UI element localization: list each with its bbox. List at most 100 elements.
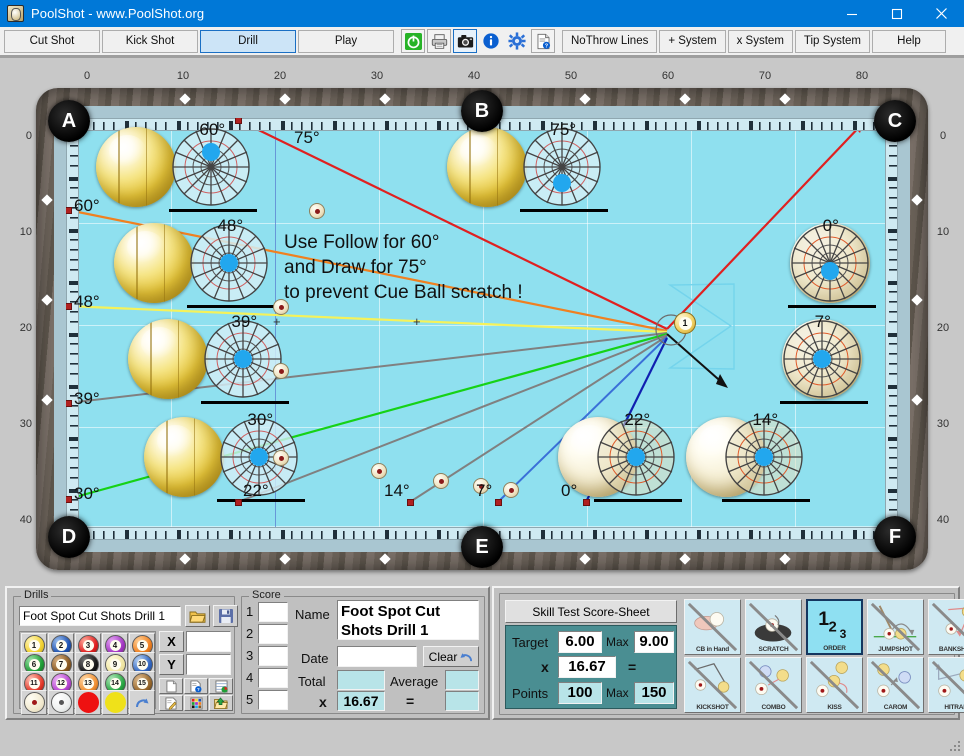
tab-kick-shot[interactable]: Kick Shot [102, 29, 198, 53]
average-value[interactable] [445, 670, 479, 690]
power-icon[interactable] [401, 29, 425, 53]
object-ball[interactable] [96, 127, 176, 207]
spin-wheel-48[interactable]: 48° [187, 216, 275, 308]
kiss-button[interactable]: KISS [806, 657, 863, 713]
rack-cell-cue-cream[interactable] [21, 690, 47, 715]
spin-wheel-60[interactable]: 60° [169, 120, 257, 212]
ghost-ball-marker[interactable] [273, 363, 289, 379]
spin-wheel-7[interactable]: 7° [780, 312, 868, 404]
drill-name-input[interactable]: Foot Spot Cut Shots Drill 1 [19, 606, 181, 626]
hitrail-button[interactable]: HITRAIL [928, 657, 964, 713]
help-button[interactable]: Help [872, 29, 946, 53]
object-ball[interactable] [114, 223, 194, 303]
camera-icon[interactable] [453, 29, 477, 53]
order-button[interactable]: 1 2 3 ORDER [806, 599, 863, 655]
cue-ball[interactable]: 1 [674, 312, 696, 334]
window-title: PoolShot - www.PoolShot.org [31, 6, 205, 21]
left-scale-30: 30 [19, 418, 32, 430]
x-value-input[interactable] [186, 631, 231, 652]
maximize-button[interactable] [874, 0, 919, 27]
pocket-b[interactable]: B [461, 90, 503, 132]
open-folder-icon[interactable] [185, 605, 210, 627]
scratch-button[interactable]: SCRATCH [745, 599, 802, 655]
rack-cell-cue-white[interactable] [48, 690, 74, 715]
page-help-icon[interactable]: ? [184, 678, 208, 694]
spin-wheel-39[interactable]: 39° [201, 312, 289, 404]
kickshot-button[interactable]: KICKSHOT [684, 657, 741, 713]
settings-gear-icon[interactable] [505, 29, 529, 53]
score-name-input[interactable]: Foot Spot Cut Shots Drill 1 [337, 600, 479, 640]
export-folder-icon[interactable] [209, 695, 233, 711]
tab-drill[interactable]: Drill [200, 29, 296, 53]
wheel-baseline [594, 499, 682, 502]
new-page-icon[interactable] [159, 678, 183, 694]
clear-button[interactable]: Clear [423, 646, 479, 667]
y-value-input[interactable] [186, 654, 231, 675]
print-icon[interactable] [427, 29, 451, 53]
ghost-ball-marker[interactable] [503, 482, 519, 498]
carom-button[interactable]: CAROM [867, 657, 924, 713]
score-row-input-5[interactable] [258, 690, 288, 710]
cb-in-hand-button[interactable]: CB in Hand [684, 599, 741, 655]
table-center-mark: + [413, 314, 421, 329]
ghost-ball-marker[interactable] [273, 450, 289, 466]
object-ball[interactable] [447, 127, 527, 207]
score-row-input-4[interactable] [258, 668, 288, 688]
spin-wheel-75[interactable]: 75° [520, 120, 608, 212]
y-label-button[interactable]: Y [159, 654, 184, 675]
info-icon[interactable] [479, 29, 503, 53]
wheel-baseline [722, 499, 810, 502]
pocket-a[interactable]: A [48, 100, 90, 142]
pool-table[interactable]: 60° 48° 39° 30° 75° 22° 14° 0° 7° 1 + + … [36, 88, 928, 570]
tab-play[interactable]: Play [298, 29, 394, 53]
score-row-input-3[interactable] [258, 646, 288, 666]
tab-cut-shot[interactable]: Cut Shot [4, 29, 100, 53]
edit-notes-icon[interactable] [159, 695, 183, 711]
total-value[interactable] [337, 670, 385, 690]
rack-cell-yellow[interactable] [102, 690, 128, 715]
result-value[interactable] [445, 691, 479, 711]
ghost-ball-marker[interactable] [371, 463, 387, 479]
target-max-value[interactable]: 9.00 [634, 631, 674, 653]
ghost-ball-marker[interactable] [309, 203, 325, 219]
points-value[interactable]: 100 [558, 682, 602, 704]
points-max-value[interactable]: 150 [634, 682, 674, 704]
object-ball[interactable] [144, 417, 224, 497]
close-button[interactable] [919, 0, 964, 27]
pocket-d[interactable]: D [48, 516, 90, 558]
rack-cell-redo[interactable] [129, 690, 155, 715]
skilltest-multiplier-value[interactable]: 16.67 [558, 656, 616, 678]
score-row-input-2[interactable] [258, 624, 288, 644]
table-report-icon[interactable] [209, 678, 233, 694]
spin-wheel-label: 60° [199, 120, 226, 139]
pocket-e[interactable]: E [461, 526, 503, 568]
target-label: Target [512, 635, 549, 650]
bankshot-button[interactable]: BANKSHOT [928, 599, 964, 655]
score-date-input[interactable] [337, 646, 417, 667]
minimize-button[interactable] [829, 0, 874, 27]
object-ball[interactable] [128, 319, 208, 399]
rack-cell-red[interactable] [75, 690, 101, 715]
tip-system-button[interactable]: Tip System [794, 29, 870, 53]
table-felt[interactable]: 60° 48° 39° 30° 75° 22° 14° 0° 7° 1 + + … [66, 118, 898, 540]
spin-wheel-0[interactable]: 0° [788, 216, 876, 308]
document-help-icon[interactable]: ? [531, 29, 555, 53]
save-disk-icon[interactable] [213, 605, 238, 627]
nothrow-lines-button[interactable]: NoThrow Lines [562, 29, 658, 53]
ghost-ball-marker[interactable] [433, 473, 449, 489]
color-palette-icon[interactable] [184, 695, 208, 711]
multiplier-value[interactable]: 16.67 [337, 691, 385, 711]
pocket-c[interactable]: C [874, 100, 916, 142]
bankshot-label: BANKSHOT [938, 646, 964, 653]
spin-wheel-14[interactable]: 14° [722, 410, 810, 502]
x-system-button[interactable]: x System [727, 29, 793, 53]
plus-system-button[interactable]: + System [659, 29, 726, 53]
spin-wheel-22[interactable]: 22° [594, 410, 682, 502]
jumpshot-button[interactable]: JUMPSHOT [867, 599, 924, 655]
target-value[interactable]: 6.00 [558, 631, 602, 653]
score-row-input-1[interactable] [258, 602, 288, 622]
x-label-button[interactable]: X [159, 631, 184, 652]
resize-grip[interactable] [949, 741, 961, 753]
pocket-f[interactable]: F [874, 516, 916, 558]
combo-button[interactable]: COMBO [745, 657, 802, 713]
